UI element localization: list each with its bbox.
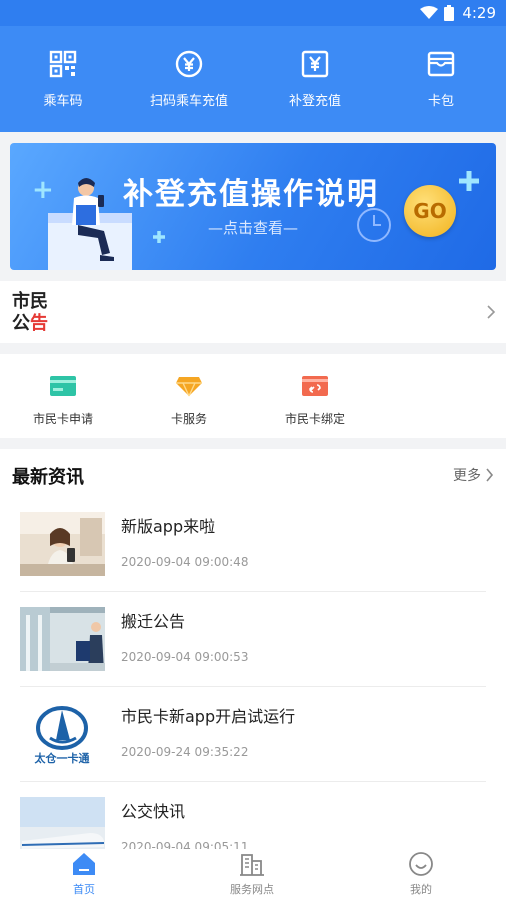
news-thumbnail	[20, 607, 105, 671]
news-thumbnail	[20, 797, 105, 849]
status-bar: 4:29	[0, 0, 506, 26]
news-more-link[interactable]: 更多	[453, 465, 494, 485]
news-item-title: 公交快讯	[121, 802, 186, 821]
news-section-title: 最新资讯	[12, 467, 84, 488]
news-item[interactable]: 公交快讯 2020-09-04 09:05:11	[20, 782, 486, 849]
top-header: 4:29 乘车码 扫码乘车充值 补登充值 卡包	[0, 0, 506, 132]
quick-action-supplement-recharge[interactable]: 补登充值	[252, 50, 378, 114]
quick-action-label: 卡包	[427, 94, 454, 109]
building-icon	[240, 854, 264, 876]
plus-sparkle-icon	[459, 171, 479, 191]
tab-label: 服务网点	[230, 883, 274, 896]
battery-icon	[444, 5, 455, 21]
banner-title: 补登充值操作说明	[123, 177, 379, 212]
card-wallet-icon	[427, 51, 455, 77]
news-thumbnail	[20, 512, 105, 576]
service-label: 市民卡申请	[32, 412, 93, 426]
news-item-title: 搬迁公告	[121, 612, 186, 631]
recharge-guide-banner[interactable]: + 补登充值操作说明 —点击查看— GO	[10, 143, 496, 270]
news-item[interactable]: 搬迁公告 2020-09-04 09:00:53	[20, 592, 486, 687]
quick-action-label: 乘车码	[43, 94, 83, 109]
notice-title-line1: 市民	[12, 291, 48, 312]
banner-subtitle: —点击查看—	[208, 219, 299, 237]
news-section: 最新资讯 更多 新版app来啦 2020-09-04 09:00:48 搬迁公告…	[0, 449, 506, 849]
clock-icon	[357, 208, 391, 242]
service-card-service[interactable]: 卡服务	[126, 374, 252, 427]
go-badge: GO	[404, 185, 456, 237]
more-label: 更多	[453, 468, 481, 484]
smiley-icon	[409, 852, 433, 876]
notice-title-line2: 公告	[12, 313, 62, 335]
tab-label: 首页	[73, 883, 95, 896]
notice-title: 市民 公告	[12, 291, 62, 335]
news-item-title: 新版app来啦	[121, 517, 216, 536]
yen-circle-icon	[175, 50, 203, 78]
news-item-date: 2020-09-04 09:00:53	[121, 650, 249, 664]
notice-title-char-red: 告	[30, 313, 48, 334]
thumbnail-logo-text: 太仓一卡通	[34, 751, 90, 765]
bottom-navigation: 首页 服务网点 我的	[0, 849, 506, 900]
plus-sparkle-icon	[153, 231, 165, 243]
notice-title-char: 公	[12, 313, 30, 334]
news-item[interactable]: 太仓一卡通 市民卡新app开启试运行 2020-09-24 09:35:22	[20, 687, 486, 782]
svg-text:+: +	[32, 175, 54, 205]
card-apply-icon	[50, 376, 76, 396]
wifi-icon	[420, 6, 439, 19]
news-item-date: 2020-09-24 09:35:22	[121, 745, 249, 759]
quick-action-card-wallet[interactable]: 卡包	[378, 50, 504, 114]
news-item-date: 2020-09-04 09:05:11	[121, 840, 249, 849]
quick-action-ride-code[interactable]: 乘车码	[0, 50, 126, 114]
service-card-apply[interactable]: 市民卡申请	[0, 374, 126, 427]
person-illustration: +	[32, 175, 132, 270]
news-item[interactable]: 新版app来啦 2020-09-04 09:00:48	[20, 497, 486, 592]
news-thumbnail: 太仓一卡通	[20, 702, 105, 766]
service-grid: 市民卡申请 卡服务 市民卡绑定	[0, 354, 506, 438]
service-card-bind[interactable]: 市民卡绑定	[252, 374, 378, 427]
diamond-service-icon	[176, 377, 202, 397]
chevron-right-icon	[487, 305, 496, 319]
card-bind-icon	[302, 376, 328, 396]
home-icon	[73, 853, 95, 875]
status-time: 4:29	[462, 4, 496, 22]
quick-action-label: 补登充值	[288, 94, 341, 109]
qr-code-icon	[49, 50, 77, 78]
yen-card-icon	[301, 50, 329, 78]
news-item-date: 2020-09-04 09:00:48	[121, 555, 249, 569]
tab-mine[interactable]: 我的	[337, 851, 505, 897]
news-item-title: 市民卡新app开启试运行	[121, 707, 296, 726]
tab-service-outlets[interactable]: 服务网点	[168, 851, 336, 897]
tab-home[interactable]: 首页	[0, 851, 168, 897]
chevron-right-icon	[486, 468, 494, 482]
tab-label: 我的	[410, 883, 432, 896]
quick-action-label: 扫码乘车充值	[149, 94, 228, 109]
service-label: 卡服务	[170, 412, 207, 426]
citizen-notice-row[interactable]: 市民 公告	[0, 281, 506, 343]
service-label: 市民卡绑定	[284, 412, 345, 426]
quick-action-scan-recharge[interactable]: 扫码乘车充值	[126, 50, 252, 114]
